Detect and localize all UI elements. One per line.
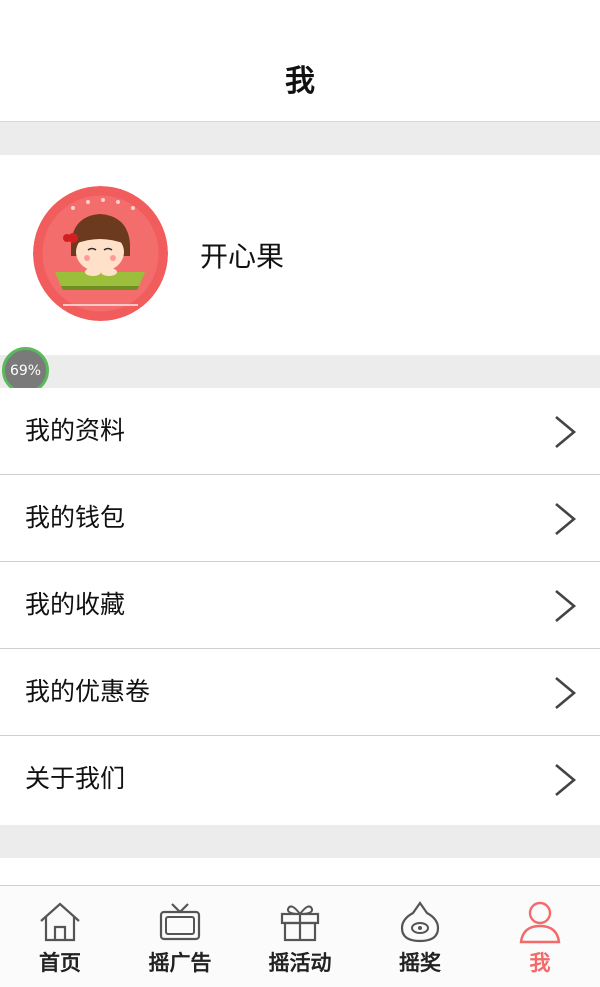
menu-item-label: 我的收藏 (25, 590, 126, 619)
tab-me[interactable]: 我 (480, 886, 600, 987)
menu-item-label: 我的优惠卷 (25, 677, 151, 706)
menu-item-my-wallet[interactable]: 我的钱包 (0, 475, 600, 562)
progress-badge[interactable]: 69% (2, 347, 49, 394)
menu-item-my-favorites[interactable]: 我的收藏 (0, 562, 600, 649)
section-divider (0, 122, 600, 155)
chevron-right-icon (555, 764, 577, 796)
chevron-right-icon (555, 590, 577, 622)
tab-home[interactable]: 首页 (0, 886, 120, 987)
avatar[interactable] (33, 186, 168, 321)
user-icon (519, 901, 561, 944)
profile-card[interactable]: 开心果 (0, 155, 600, 355)
menu-item-label: 我的资料 (25, 416, 126, 445)
tab-label: 摇奖 (399, 951, 441, 975)
tab-label: 首页 (39, 951, 81, 975)
gift-icon (280, 905, 320, 942)
tab-shake-events[interactable]: 摇活动 (240, 886, 360, 987)
chevron-right-icon (555, 416, 577, 448)
tab-shake-ads[interactable]: 摇广告 (120, 886, 240, 987)
chevron-right-icon (555, 677, 577, 709)
home-icon (40, 902, 80, 942)
page-title: 我 (285, 64, 315, 99)
menu-item-label: 关于我们 (25, 764, 126, 793)
tab-label: 我 (529, 951, 551, 975)
top-bar: 我 (0, 0, 600, 122)
menu-item-my-coupons[interactable]: 我的优惠卷 (0, 649, 600, 736)
tab-label: 摇广告 (148, 951, 212, 975)
tab-label: 摇活动 (268, 951, 332, 975)
section-divider (0, 825, 600, 858)
chevron-right-icon (555, 503, 577, 535)
prize-icon (400, 901, 440, 943)
profile-page: 我 开心果 69% 我的资料 我的钱包 我的收藏 我的优惠卷 关于我们 首页 摇… (0, 0, 600, 987)
bottom-tab-bar: 首页 摇广告 摇活动 摇奖 我 (0, 885, 600, 987)
settings-menu: 我的资料 我的钱包 我的收藏 我的优惠卷 关于我们 (0, 388, 600, 823)
menu-item-label: 我的钱包 (25, 503, 126, 532)
tab-shake-prize[interactable]: 摇奖 (360, 886, 480, 987)
username: 开心果 (200, 240, 285, 273)
tv-icon (159, 903, 201, 941)
section-divider (0, 355, 600, 388)
menu-item-about-us[interactable]: 关于我们 (0, 736, 600, 823)
menu-item-my-profile[interactable]: 我的资料 (0, 388, 600, 475)
avatar-image (33, 186, 168, 321)
